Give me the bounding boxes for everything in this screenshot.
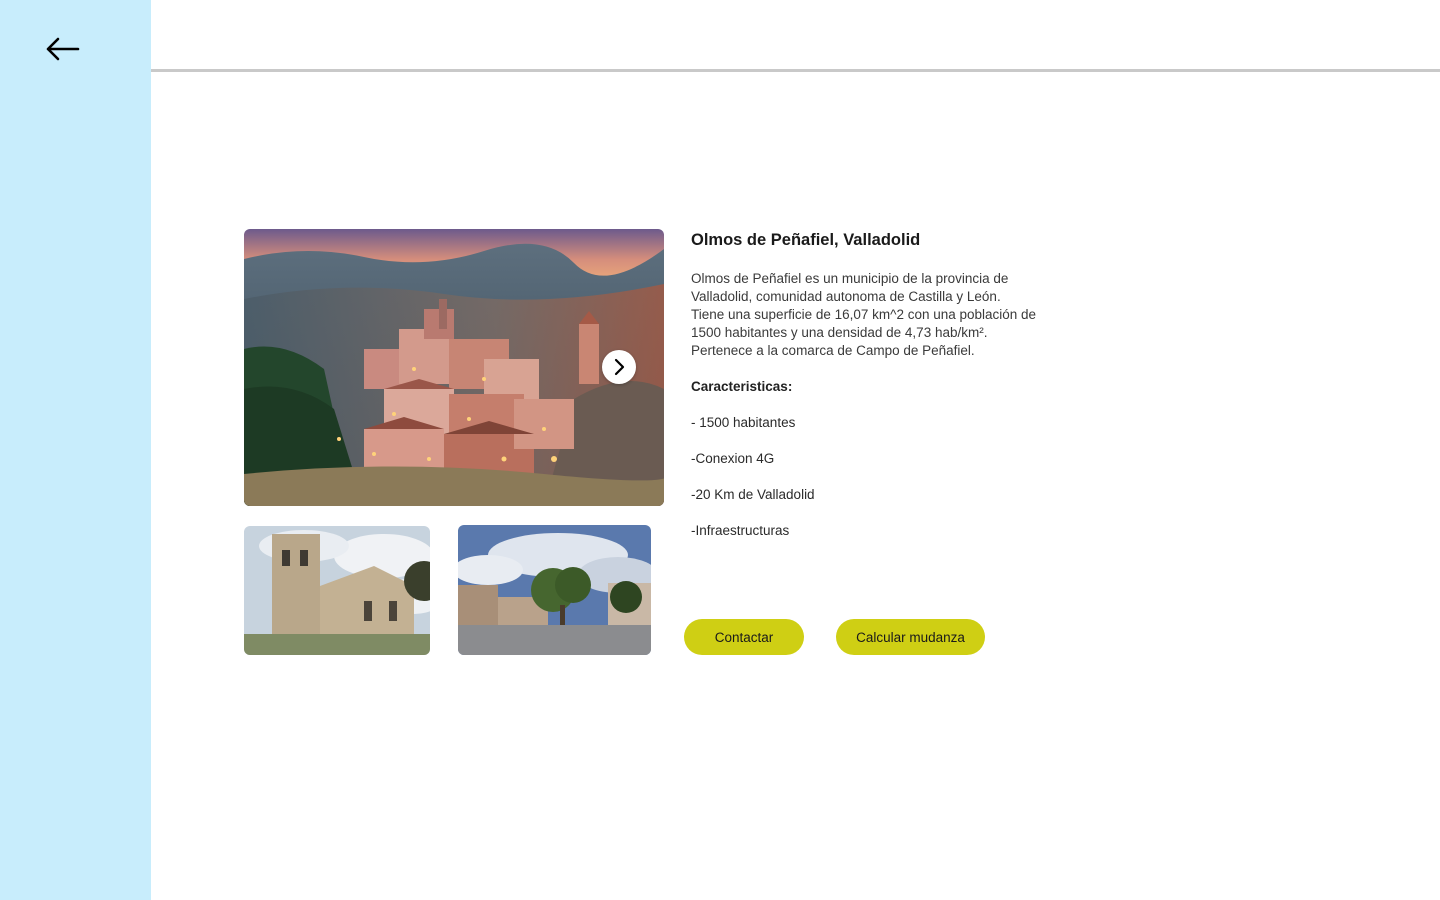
church-photo[interactable] [244,526,430,655]
description-line: 1500 habitantes y una densidad de 4,73 h… [691,325,988,340]
sidebar [0,0,151,900]
calculate-move-button[interactable]: Calcular mudanza [836,619,985,655]
feature-item: -Infraestructuras [691,523,790,538]
place-description: Olmos de Peñafiel es un municipio de la … [691,270,1111,360]
plaza-photo[interactable] [458,525,651,655]
place-title: Olmos de Peñafiel, Valladolid [691,231,921,249]
arrow-left-icon [46,37,80,61]
feature-item: -20 Km de Valladolid [691,487,815,502]
place-info: Olmos de Peñafiel, Valladolid Olmos de P… [691,229,1111,540]
description-line: Olmos de Peñafiel es un municipio de la … [691,271,1009,286]
contact-button[interactable]: Contactar [684,619,804,655]
back-button[interactable] [40,32,84,66]
next-image-button[interactable] [602,350,636,384]
chevron-right-icon [614,358,625,376]
description-line: Valladolid, comunidad autonoma de Castil… [691,289,1001,304]
feature-item: - 1500 habitantes [691,415,796,430]
description-line: Pertenece a la comarca de Campo de Peñaf… [691,343,975,358]
feature-item: -Conexion 4G [691,451,775,466]
main-photo [244,229,664,506]
description-line: Tiene una superficie de 16,07 km^2 con u… [691,307,1037,322]
features-heading: Caracteristicas: [691,379,793,394]
top-bar [151,0,1440,72]
